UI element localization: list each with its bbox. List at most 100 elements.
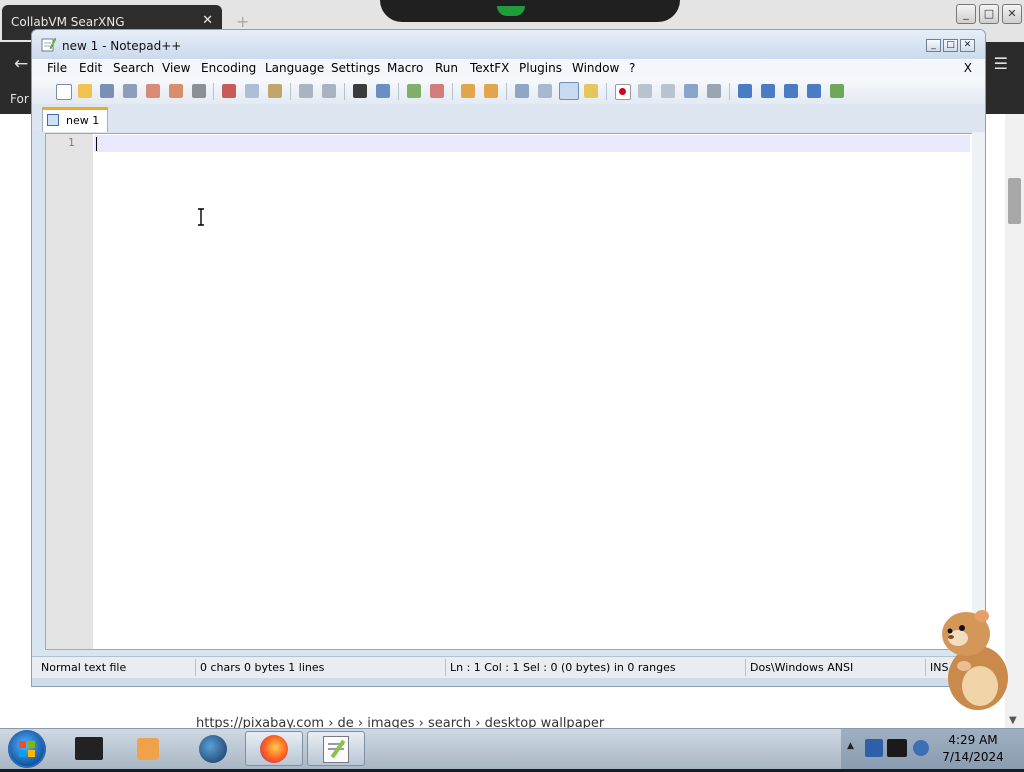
status-divider — [745, 659, 746, 676]
status-divider — [445, 659, 446, 676]
menu-view[interactable]: View — [162, 61, 190, 75]
taskbar-globe-app[interactable] — [184, 731, 242, 766]
new-file-icon[interactable] — [56, 84, 72, 100]
sync-vertical-icon[interactable] — [461, 84, 475, 98]
status-bar: Normal text file 0 chars 0 bytes 1 lines… — [32, 656, 985, 678]
menu-run[interactable]: Run — [435, 61, 458, 75]
menu-settings[interactable]: Settings — [331, 61, 380, 75]
copy-icon[interactable] — [245, 84, 259, 98]
document-map-icon[interactable] — [584, 84, 598, 98]
editor-area[interactable]: 1 — [45, 133, 973, 650]
menu-help[interactable]: ? — [629, 61, 635, 75]
back-arrow-icon[interactable]: ← — [14, 54, 28, 74]
tab-label: new 1 — [66, 114, 100, 127]
close-document-button[interactable]: X — [964, 61, 972, 75]
toolbar — [32, 78, 985, 104]
status-divider — [925, 659, 926, 676]
print-icon[interactable] — [192, 84, 206, 98]
volume-icon[interactable] — [913, 740, 929, 756]
redo-icon[interactable] — [322, 84, 336, 98]
menu-file[interactable]: File — [47, 61, 67, 75]
terminal-app-icon — [75, 737, 103, 760]
find-icon[interactable] — [353, 84, 367, 98]
hamburger-menu-icon[interactable]: ☰ — [994, 54, 1008, 73]
show-hidden-icons-arrow-icon[interactable]: ▲ — [847, 741, 854, 751]
menu-language[interactable]: Language — [265, 61, 324, 75]
menu-search[interactable]: Search — [113, 61, 154, 75]
save-icon[interactable] — [100, 84, 114, 98]
menu-textfx[interactable]: TextFX — [470, 61, 509, 75]
window-bottom-border — [32, 678, 985, 686]
text-caret — [96, 137, 97, 151]
stop-macro-icon[interactable] — [638, 84, 652, 98]
browser-minimize-button[interactable]: _ — [956, 4, 976, 24]
browser-maximize-button[interactable]: □ — [979, 4, 999, 24]
window-title: new 1 - Notepad++ — [62, 39, 182, 53]
notepadpp-window: new 1 - Notepad++ _ □ ✕ File Edit Search… — [31, 29, 986, 687]
status-position: Ln : 1 Col : 1 Sel : 0 (0 bytes) in 0 ra… — [450, 661, 676, 674]
undo-icon[interactable] — [299, 84, 313, 98]
document-tab-bar: new 1 — [32, 104, 985, 132]
sync-horizontal-icon[interactable] — [484, 84, 498, 98]
media-player-icon — [137, 738, 159, 760]
toolbar-separator — [398, 83, 399, 100]
save-macro-icon[interactable] — [707, 84, 721, 98]
editor-scrollbar[interactable] — [972, 132, 985, 649]
menu-encoding[interactable]: Encoding — [201, 61, 256, 75]
start-button[interactable] — [8, 730, 46, 768]
indent-guide-icon[interactable] — [559, 82, 579, 100]
show-all-chars-icon[interactable] — [538, 84, 552, 98]
scroll-down-arrow-icon[interactable]: ▼ — [1009, 715, 1017, 726]
save-status-icon — [47, 114, 59, 126]
close-icon[interactable]: ✕ — [202, 13, 213, 28]
close-file-icon[interactable] — [146, 84, 160, 98]
clock-time[interactable]: 4:29 AM — [943, 733, 1003, 747]
toolbar-separator — [213, 83, 214, 100]
tab-new-1[interactable]: new 1 — [42, 107, 108, 132]
line-number-gutter: 1 — [46, 134, 93, 649]
browser-scroll-thumb[interactable] — [1008, 178, 1021, 224]
toolbar-separator — [344, 83, 345, 100]
textfx-down-icon[interactable] — [784, 84, 798, 98]
taskbar-explorer[interactable] — [60, 731, 118, 766]
zoom-in-icon[interactable] — [407, 84, 421, 98]
toolbar-separator — [290, 83, 291, 100]
close-button[interactable]: ✕ — [960, 39, 975, 52]
replace-icon[interactable] — [376, 84, 390, 98]
toolbar-separator — [506, 83, 507, 100]
status-file-type: Normal text file — [41, 661, 127, 674]
notepadpp-taskbar-icon — [323, 736, 349, 763]
windows-logo-icon — [19, 741, 35, 757]
network-icon[interactable] — [865, 739, 883, 757]
zoom-out-icon[interactable] — [430, 84, 444, 98]
open-file-icon[interactable] — [78, 84, 92, 98]
taskbar-firefox[interactable] — [245, 731, 303, 766]
word-wrap-icon[interactable] — [515, 84, 529, 98]
minimize-button[interactable]: _ — [926, 39, 941, 52]
play-macro-icon[interactable] — [661, 84, 675, 98]
paste-icon[interactable] — [268, 84, 282, 98]
textfx-up-icon[interactable] — [761, 84, 775, 98]
textfx-last-icon[interactable] — [807, 84, 821, 98]
maximize-button[interactable]: □ — [943, 39, 958, 52]
taskbar-notepadpp[interactable] — [307, 731, 365, 766]
run-macro-multiple-icon[interactable] — [684, 84, 698, 98]
browser-close-button[interactable]: ✕ — [1002, 4, 1022, 24]
cut-icon[interactable] — [222, 84, 236, 98]
taskbar-media-player[interactable] — [120, 731, 178, 766]
menu-window[interactable]: Window — [572, 61, 619, 75]
menu-macro[interactable]: Macro — [387, 61, 423, 75]
menu-plugins[interactable]: Plugins — [519, 61, 562, 75]
spell-check-icon[interactable] — [830, 84, 844, 98]
save-all-icon[interactable] — [123, 84, 137, 98]
menu-edit[interactable]: Edit — [79, 61, 102, 75]
textfx-first-icon[interactable] — [738, 84, 752, 98]
toolbar-separator — [452, 83, 453, 100]
clock-date[interactable]: 7/14/2024 — [941, 750, 1005, 764]
close-all-icon[interactable] — [169, 84, 183, 98]
toolbar-separator — [606, 83, 607, 100]
title-bar[interactable]: new 1 - Notepad++ _ □ ✕ — [32, 30, 985, 59]
monitor-icon[interactable] — [887, 739, 907, 757]
menu-bar: File Edit Search View Encoding Language … — [32, 59, 985, 78]
record-macro-icon[interactable] — [615, 84, 631, 100]
